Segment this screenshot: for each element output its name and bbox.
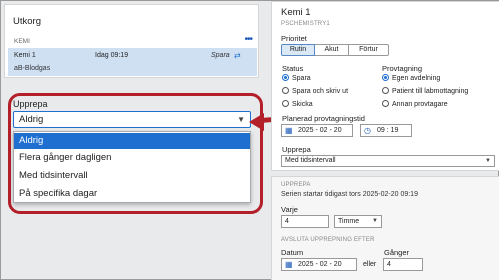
repeat-option-aldrig[interactable]: Aldrig [14,133,250,149]
order-status: Spara [211,52,230,59]
repeat-select[interactable]: Aldrig ▼ [13,111,251,128]
repeat-settings-card: UPPREPA Serien startar tidigast tors 202… [271,176,499,280]
radio-icon [282,87,289,94]
sampling-radio-egen[interactable]: Egen avdelning [382,74,440,82]
sync-icon[interactable]: ⇄ [234,51,241,60]
status-radio-skicka[interactable]: Skicka [282,100,313,108]
priority-fortur[interactable]: Förtur [349,44,389,56]
detail-code: PSCHEMISTRY1 [281,21,330,27]
sampling-radio-patient[interactable]: Patient till labmottagning [382,87,468,95]
radio-icon [282,100,289,107]
sampling-label: Provtagning [382,64,423,73]
calendar-icon: ▦ [285,126,293,135]
status-label: Status [282,64,304,73]
planned-time-field[interactable]: ◷ 09 : 19 [360,124,412,137]
repeat-select-right[interactable]: Med tidsintervall ▼ [281,155,495,167]
planned-date-field[interactable]: ▦ 2025 - 02 - 20 [281,124,353,137]
section-label: KEMI [14,38,30,45]
repeat-option-flera[interactable]: Flera gånger dagligen [14,150,250,166]
app-frame: Utkorg KEMI ••• Kemi 1 Idag 09:19 Spara … [0,0,499,280]
radio-icon [382,100,389,107]
planned-time-label: Planerad provtagningstid [282,114,365,123]
end-date-field[interactable]: ▦ 2025 - 02 - 20 [281,258,357,271]
calendar-icon: ▦ [285,260,293,269]
end-repeat-header: AVSLUTA UPPREPNING EFTER [281,237,375,243]
priority-label: Prioritet [281,34,307,43]
caret-down-icon: ▼ [485,158,491,164]
or-text: eller [363,261,377,268]
order-time: Idag 09:19 [95,52,129,59]
outbox-panel: Utkorg KEMI ••• Kemi 1 Idag 09:19 Spara … [4,4,259,78]
each-label: Varje [281,205,298,214]
repeat-label-right: Upprepa [282,145,311,154]
clock-icon: ◷ [364,126,371,135]
repeat-option-tidsintervall[interactable]: Med tidsintervall [14,168,250,184]
caret-down-icon: ▼ [372,218,378,224]
unit-select[interactable]: Timme ▼ [334,215,382,228]
series-start-text: Serien startar tidigast tors 2025-02-20 … [281,191,418,198]
order-detail-column: Kemi 1 PSCHEMISTRY1 Prioritet Rutin Akut… [271,1,499,280]
outbox-title: Utkorg [13,16,41,27]
repeat-select-value: Aldrig [19,114,44,125]
radio-icon [382,87,389,94]
status-radio-spara[interactable]: Spara [282,74,311,82]
status-radio-spara-skriv[interactable]: Spara och skriv ut [282,87,348,95]
sampling-radio-annan[interactable]: Annan provtagare [382,100,448,108]
order-subtitle: aB-Blodgas [14,65,51,72]
repeat-dropdown-list: Aldrig Flera gånger dagligen Med tidsint… [13,131,251,203]
each-value-input[interactable]: 4 [281,215,329,228]
repeat-header: UPPREPA [281,182,311,188]
order-list-item[interactable]: Kemi 1 Idag 09:19 Spara ⇄ aB-Blodgas [8,48,257,76]
radio-selected-icon [282,74,289,81]
outbox-section: KEMI ••• [8,34,258,47]
detail-title: Kemi 1 [281,7,311,18]
date-label: Datum [281,248,304,257]
repeat-label: Upprepa [13,99,48,109]
radio-selected-icon [382,74,389,81]
priority-akut[interactable]: Akut [315,44,349,56]
order-name: Kemi 1 [14,52,36,59]
more-dots-icon[interactable]: ••• [244,34,252,45]
repeat-option-specifika-dagar[interactable]: På specifika dagar [14,186,250,202]
order-detail-card: Kemi 1 PSCHEMISTRY1 Prioritet Rutin Akut… [271,1,499,171]
times-input[interactable]: 4 [383,258,423,271]
times-label: Gånger [384,248,410,257]
priority-rutin[interactable]: Rutin [281,44,315,56]
caret-down-icon: ▼ [237,115,245,124]
